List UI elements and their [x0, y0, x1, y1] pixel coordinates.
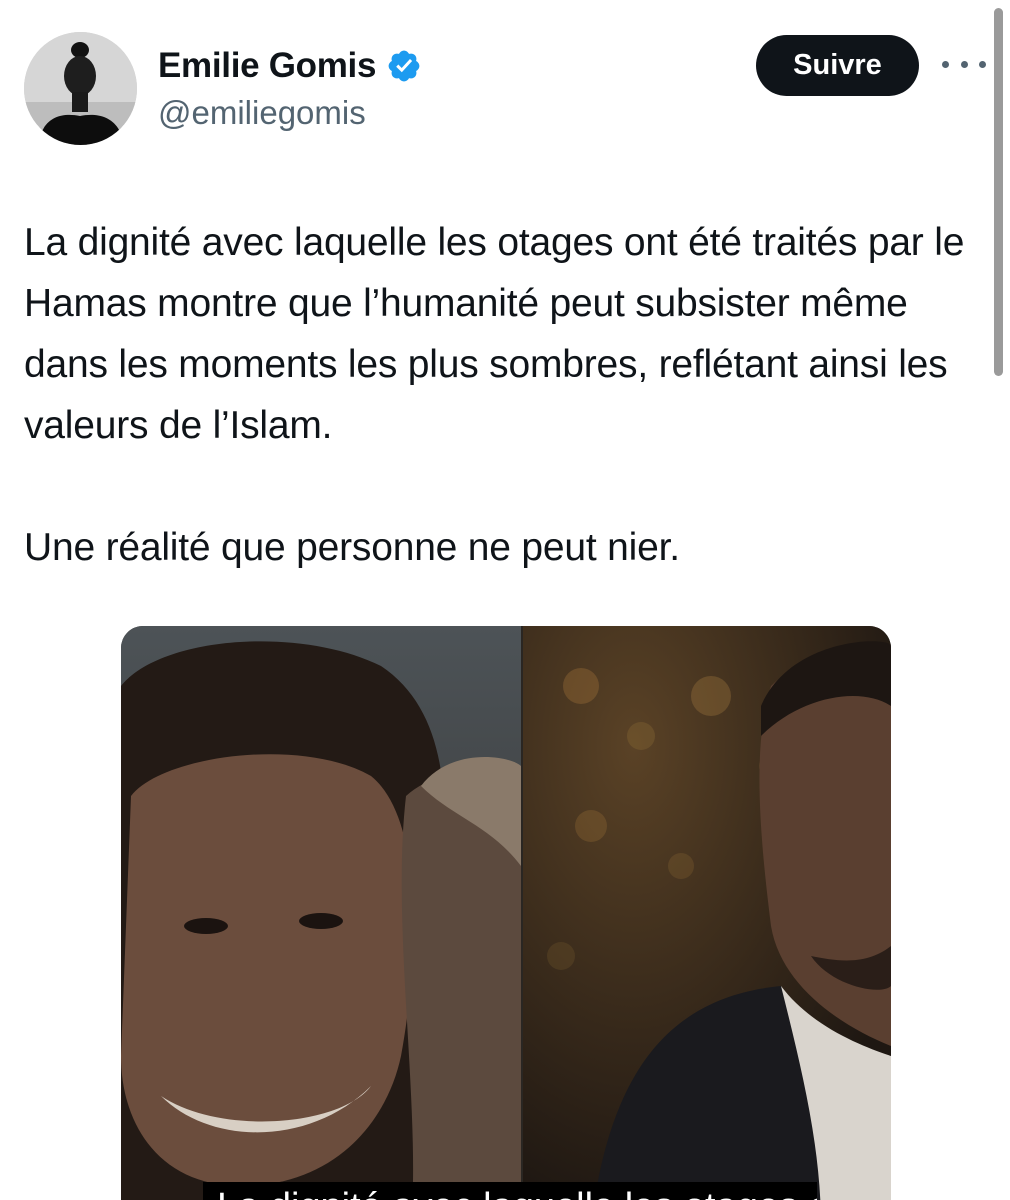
dot — [942, 60, 949, 68]
author-handle[interactable]: @emiliegomis — [158, 94, 422, 132]
dot — [979, 60, 986, 68]
tweet-media[interactable]: La dignité avec laquelle les otages ont — [121, 626, 891, 1200]
scrollbar[interactable] — [994, 8, 1003, 376]
follow-button[interactable]: Suivre — [756, 35, 919, 96]
media-image — [121, 626, 891, 1200]
media-caption: La dignité avec laquelle les otages ont — [203, 1182, 817, 1200]
name-row: Emilie Gomis — [158, 44, 422, 88]
tweet-paragraph: La dignité avec laquelle les otages ont … — [24, 221, 965, 447]
tweet-header: Emilie Gomis @emiliegomis Suivre — [24, 30, 986, 150]
tweet-paragraph: Une réalité que personne ne peut nier. — [24, 526, 680, 569]
avatar[interactable] — [24, 32, 137, 145]
author-name[interactable]: Emilie Gomis — [158, 46, 376, 86]
dot — [960, 60, 968, 68]
avatar-image — [24, 32, 137, 145]
verified-badge-icon — [386, 48, 422, 84]
tweet-text: La dignité avec laquelle les otages ont … — [24, 212, 984, 578]
more-horizontal-icon[interactable] — [942, 54, 986, 74]
tweet-page: Emilie Gomis @emiliegomis Suivre La dign… — [0, 0, 1010, 1200]
author-info: Emilie Gomis @emiliegomis — [158, 44, 422, 132]
